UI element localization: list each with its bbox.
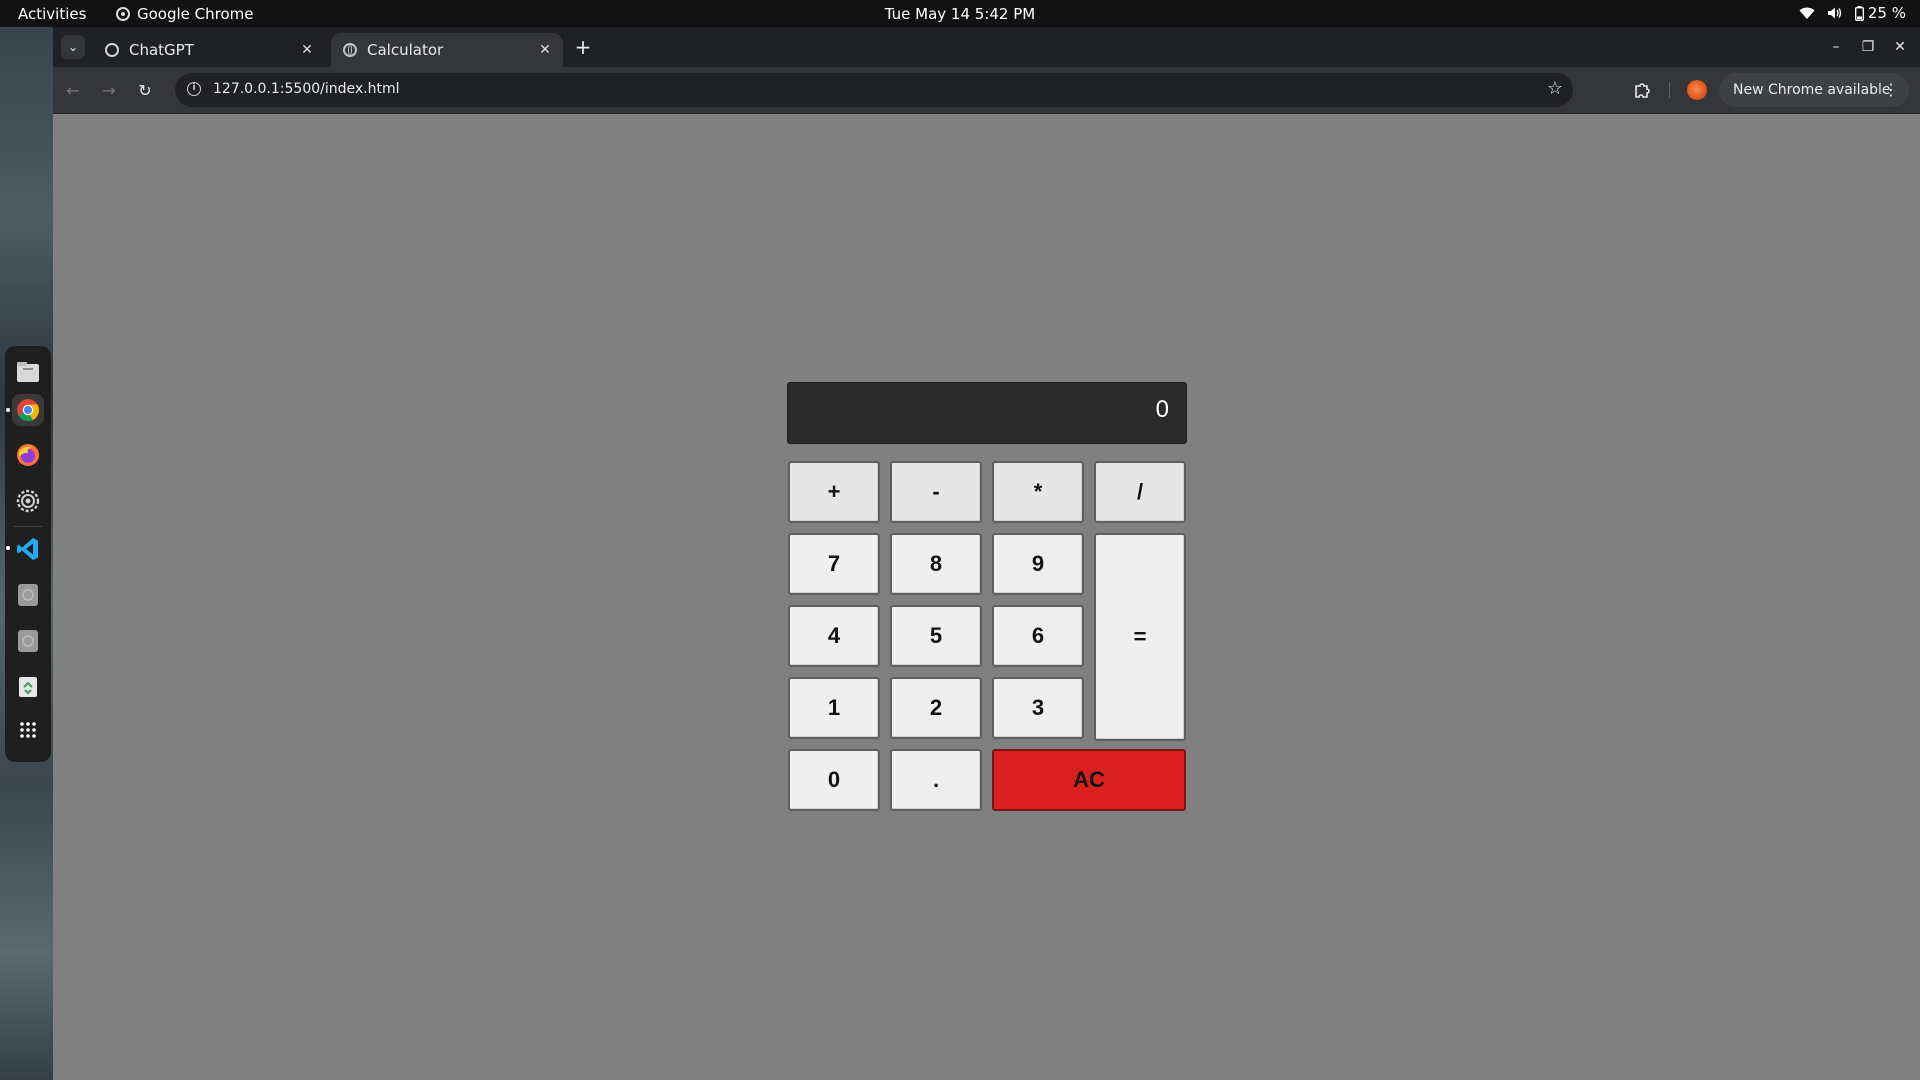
dock-trash[interactable] [12,670,44,702]
divide-button[interactable]: / [1094,461,1186,523]
digit-5-button[interactable]: 5 [890,605,982,667]
dock-google-chrome[interactable] [12,394,44,426]
chevron-down-icon: ⌄ [67,40,79,54]
digit-6-button[interactable]: 6 [992,605,1084,667]
dock-vscode[interactable] [12,533,44,565]
dock-firefox[interactable] [12,439,44,471]
tab-title: Calculator [367,41,444,59]
decimal-point-button[interactable]: . [890,749,982,811]
dock-disk-2[interactable] [12,625,44,657]
settings-gear-icon [16,489,40,513]
disk-icon [18,630,38,652]
digit-2-button[interactable]: 2 [890,677,982,739]
reload-button[interactable]: ↻ [133,78,157,102]
dock-settings[interactable] [12,485,44,517]
toolbar-separator [1669,82,1670,98]
new-chrome-available-button[interactable]: New Chrome available ⋮ [1719,73,1909,107]
digit-7-button[interactable]: 7 [788,533,880,595]
chrome-window: ⌄ ChatGPT ✕ Calculator ✕ + – ❐ ✕ ← → ↻ i… [53,27,1920,1080]
clock[interactable]: Tue May 14 5:42 PM [885,5,1035,23]
volume-icon [1827,7,1842,19]
wifi-icon [1799,7,1815,19]
maximize-button[interactable]: ❐ [1855,35,1881,59]
close-tab-icon[interactable]: ✕ [537,42,553,58]
globe-icon [343,43,357,57]
app-grid-icon [20,722,36,738]
system-top-bar: Activities Google Chrome Tue May 14 5:42… [0,0,1920,27]
dock-disk-1[interactable] [12,579,44,611]
digit-9-button[interactable]: 9 [992,533,1084,595]
update-label: New Chrome available [1733,82,1891,98]
url-text: 127.0.0.1:5500/index.html [213,81,400,97]
app-menu-label: Google Chrome [137,5,254,23]
profile-avatar[interactable] [1687,80,1707,100]
close-window-button[interactable]: ✕ [1887,35,1913,59]
files-icon [17,362,39,382]
close-tab-icon[interactable]: ✕ [299,42,315,58]
digit-3-button[interactable]: 3 [992,677,1084,739]
battery-group: 25 % [1854,4,1906,22]
puzzle-icon [1635,83,1650,98]
forward-button[interactable]: → [97,78,121,102]
tab-calculator[interactable]: Calculator ✕ [331,33,563,67]
extensions-button[interactable] [1631,78,1655,102]
chatgpt-icon [105,43,119,57]
activities-button[interactable]: Activities [18,5,86,23]
digit-4-button[interactable]: 4 [788,605,880,667]
back-button[interactable]: ← [61,78,85,102]
running-indicator [6,546,10,550]
chrome-app-icon [116,7,130,21]
page-viewport: 0 + - * / 7 8 9 = 4 5 6 1 2 3 0 . AC [53,114,1920,1080]
trash-icon [19,677,37,697]
chrome-icon [17,399,40,422]
browser-toolbar: ← → ↻ i 127.0.0.1:5500/index.html ☆ New … [53,67,1920,114]
app-menu[interactable]: Google Chrome [116,5,254,23]
clock-container: Tue May 14 5:42 PM [0,5,1920,23]
multiply-button[interactable]: * [992,461,1084,523]
digit-8-button[interactable]: 8 [890,533,982,595]
battery-percentage: 25 % [1867,4,1906,22]
system-status-area[interactable]: 25 % [1799,4,1906,22]
address-bar[interactable]: i 127.0.0.1:5500/index.html ☆ [175,73,1573,107]
tab-title: ChatGPT [129,41,194,59]
dock-files[interactable] [12,356,44,388]
site-info-icon[interactable]: i [187,82,201,96]
dock-show-apps[interactable] [12,714,44,746]
bookmark-star-icon[interactable]: ☆ [1547,78,1563,99]
firefox-icon [17,444,39,466]
vscode-icon [17,538,38,560]
disk-icon [18,584,38,606]
plus-button[interactable]: + [788,461,880,523]
dock-separator [14,526,42,527]
new-tab-button[interactable]: + [571,35,595,59]
minimize-button[interactable]: – [1823,35,1849,59]
minus-button[interactable]: - [890,461,982,523]
more-menu-icon: ⋮ [1883,80,1899,99]
tab-chatgpt[interactable]: ChatGPT ✕ [93,33,325,67]
tab-strip: ⌄ ChatGPT ✕ Calculator ✕ + – ❐ ✕ [53,27,1920,67]
battery-icon [1854,5,1864,21]
dock [5,346,51,762]
calculator-display: 0 [787,382,1187,444]
tab-search-button[interactable]: ⌄ [61,35,85,59]
digit-1-button[interactable]: 1 [788,677,880,739]
digit-0-button[interactable]: 0 [788,749,880,811]
running-indicator [6,408,10,412]
all-clear-button[interactable]: AC [992,749,1186,811]
equals-button[interactable]: = [1094,533,1186,741]
